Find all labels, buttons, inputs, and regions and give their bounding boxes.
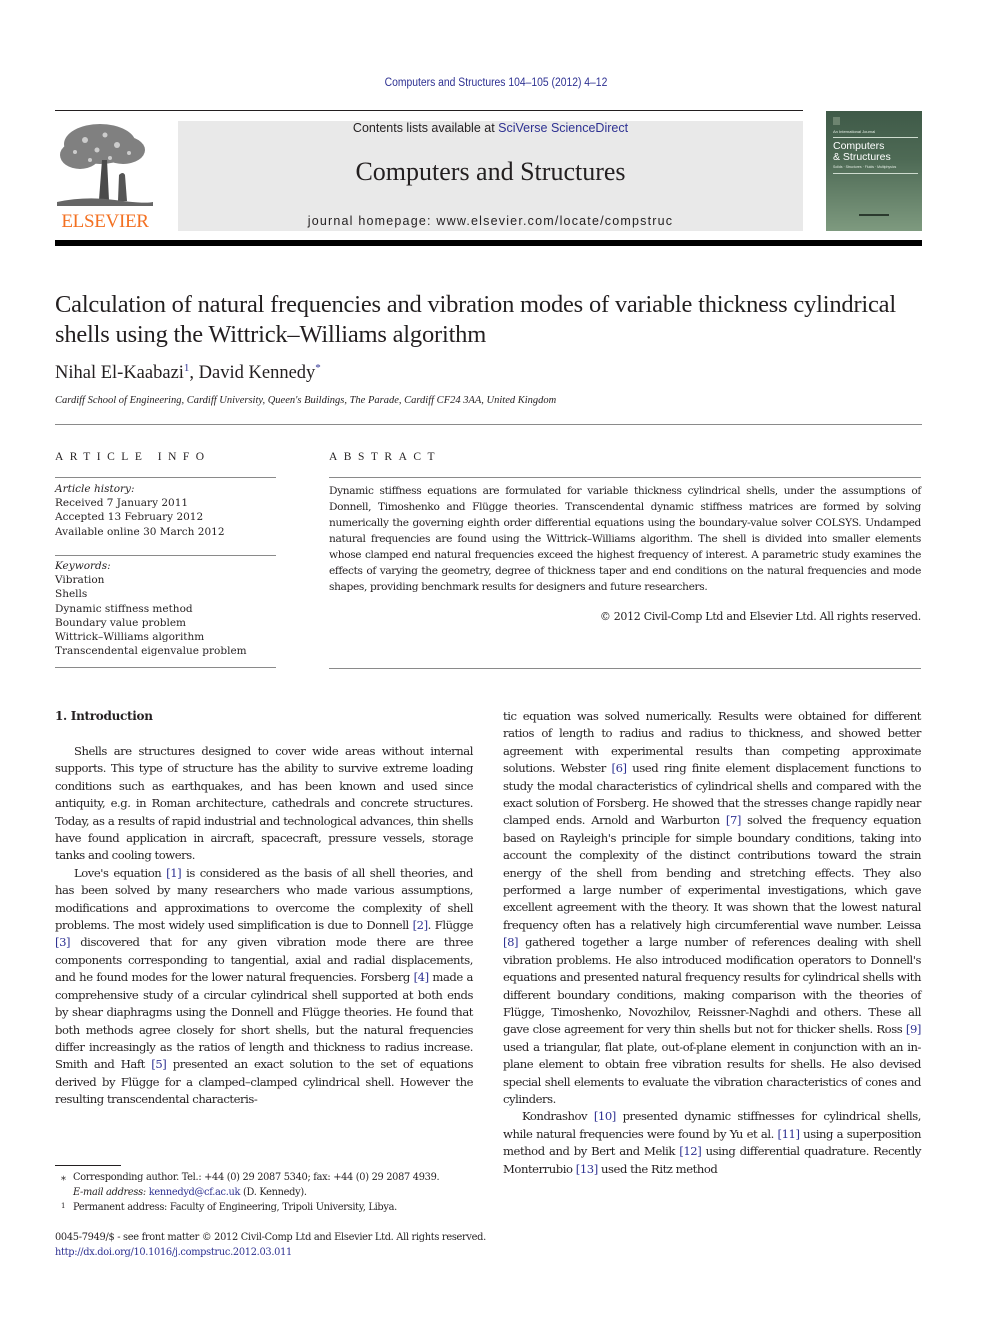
citation-link[interactable]: [11] [778,1127,800,1141]
abstract-rule [329,477,921,478]
header-thick-rule [55,240,922,246]
body-column-right: tic equation was solved numerically. Res… [503,708,921,1178]
journal-homepage: journal homepage: www.elsevier.com/locat… [178,214,803,228]
body-paragraph: Kondrashov [10] presented dynamic stiffn… [503,1109,921,1176]
email-link[interactable]: kennedyd@cf.ac.uk [149,1187,241,1198]
article-info-rule [55,667,276,668]
history-received: Received 7 January 2011 [55,497,189,510]
email-label: E-mail address: [73,1187,149,1198]
author-list: Nihal El-Kaabazi1, David Kennedy* [55,362,321,384]
author-affiliation: Cardiff School of Engineering, Cardiff U… [55,395,557,406]
author-name: David Kennedy [198,363,316,384]
footnote-corresponding: ⁎ Corresponding author. Tel.: +44 (0) 29… [55,1170,485,1185]
footnote-rule [55,1165,121,1166]
contents-prefix: Contents lists available at [352,121,499,135]
citation-link[interactable]: [2] [413,918,429,932]
body-paragraph: Shells are structures designed to cover … [55,744,473,863]
doi-link[interactable]: http://dx.doi.org/10.1016/j.compstruc.20… [55,1245,655,1260]
citation-link[interactable]: [5] [151,1057,167,1071]
citation-link[interactable]: [3] [55,935,71,949]
journal-cover-thumbnail[interactable]: An International Journal Computers & Str… [826,111,922,231]
footnote-email: E-mail address: kennedyd@cf.ac.uk (D. Ke… [55,1185,485,1200]
article-info-heading: ARTICLE INFO [55,451,211,463]
journal-citation-link[interactable]: Computers and Structures 104–105 (2012) … [50,77,943,89]
abstract-heading: ABSTRACT [329,451,442,463]
footnote-mark: ⁎ [61,1172,66,1183]
author-separator: , [189,363,199,384]
issn-line: 0045-7949/$ - see front matter © 2012 Ci… [55,1232,486,1243]
elsevier-wordmark: ELSEVIER [61,211,149,232]
body-paragraph: Love's equation [1] is considered as the… [55,865,474,1107]
keyword: Boundary value problem [55,616,187,629]
homepage-url-link[interactable]: www.elsevier.com/locate/compstruc [436,214,673,228]
header-rule [55,110,803,111]
citation-link[interactable]: [9] [906,1022,922,1036]
keyword: Wittrick–Williams algorithm [55,631,205,644]
tree-icon [55,120,155,210]
article-info-rule [55,477,276,478]
homepage-label: journal homepage: [307,214,437,228]
sciencedirect-link[interactable]: SciVerse ScienceDirect [498,121,628,135]
citation-link[interactable]: [6] [612,761,628,775]
history-label: Article history: [55,483,135,495]
history-online: Available online 30 March 2012 [55,525,225,538]
cover-rule [833,173,918,174]
keywords-label: Keywords: [55,560,111,572]
history-accepted: Accepted 13 February 2012 [55,511,204,524]
citation-link[interactable]: [4] [414,970,430,984]
citation-link[interactable]: [12] [679,1144,701,1158]
footnote-text: Permanent address: Faculty of Engineerin… [73,1202,397,1213]
cover-publisher-mark [859,214,889,216]
title-rule [55,424,922,425]
keyword: Vibration [55,574,105,587]
cover-rule [833,137,918,138]
citation-link[interactable]: [10] [594,1109,616,1123]
citation-link[interactable]: [7] [726,813,742,827]
abstract-copyright: © 2012 Civil-Comp Ltd and Elsevier Ltd. … [599,610,921,623]
citation-link[interactable]: [1] [166,866,182,880]
article-title: Calculation of natural frequencies and v… [55,291,896,348]
body-column-left: Shells are structures designed to cover … [55,743,473,1109]
body-paragraph: tic equation was solved numerically. Res… [503,709,922,1106]
abstract-text: Dynamic stiffness equations are formulat… [329,485,921,593]
footnote-mark: 1 [61,1202,66,1210]
cover-title: Computers & Structures [833,141,891,163]
citation-link[interactable]: [8] [503,935,519,949]
footnote-text: Corresponding author. Tel.: +44 (0) 29 2… [73,1172,440,1183]
footnotes: ⁎ Corresponding author. Tel.: +44 (0) 29… [55,1170,485,1215]
abstract-rule [329,668,921,669]
keywords: Keywords: Vibration Shells Dynamic stiff… [55,559,276,658]
cover-title-line-2: & Structures [833,151,891,163]
front-matter: 0045-7949/$ - see front matter © 2012 Ci… [55,1230,655,1260]
cover-tagline: An International Journal [833,129,876,134]
journal-title: Computers and Structures [355,157,626,186]
citation-link[interactable]: [13] [576,1162,598,1176]
section-heading-introduction: 1. Introduction [55,709,153,723]
author-name: Nihal El-Kaabazi [55,363,184,384]
cover-logo-icon [833,117,840,125]
keyword: Transcendental eigenvalue problem [55,645,247,658]
footnote-permanent-address: 1 Permanent address: Faculty of Engineer… [55,1200,485,1215]
contents-line: Contents lists available at SciVerse Sci… [178,121,803,135]
corresponding-author-mark[interactable]: * [315,362,321,374]
keyword: Dynamic stiffness method [55,602,193,615]
article-history: Article history: Received 7 January 2011… [55,482,276,539]
email-suffix: (D. Kennedy). [240,1187,307,1198]
keyword: Shells [55,588,88,601]
article-info-rule [55,555,276,556]
cover-subtitle: Solids · Structures · Fluids · Multiphys… [833,165,897,169]
